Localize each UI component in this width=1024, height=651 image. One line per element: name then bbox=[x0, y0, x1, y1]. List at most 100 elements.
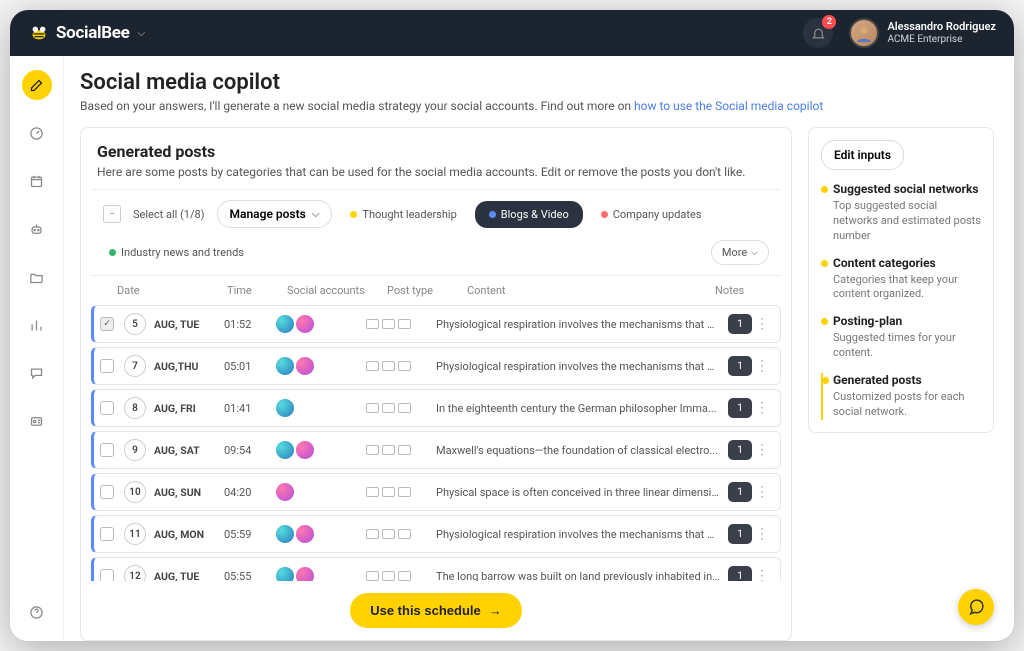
row-accounts bbox=[276, 525, 366, 543]
row-checkbox[interactable] bbox=[100, 569, 114, 581]
row-notes-badge[interactable]: 1 bbox=[728, 440, 752, 460]
row-date: AUG, TUE bbox=[154, 570, 224, 582]
manage-label: Manage posts bbox=[230, 207, 306, 221]
sidebar-item-compose[interactable] bbox=[22, 70, 52, 100]
day-pill: 11 bbox=[124, 523, 146, 545]
row-notes-badge[interactable]: 1 bbox=[728, 566, 752, 581]
table-row[interactable]: 12 AUG, TUE 05:55 The long barrow was bu… bbox=[91, 557, 781, 581]
brand-logo[interactable]: SocialBee ⌵ bbox=[28, 22, 145, 44]
row-date: AUG, TUE bbox=[154, 318, 224, 331]
row-menu-button[interactable]: ⋮ bbox=[752, 442, 772, 458]
sidebar-item-profile[interactable] bbox=[22, 406, 52, 436]
row-time: 01:52 bbox=[224, 318, 276, 331]
row-time: 05:59 bbox=[224, 528, 276, 541]
sidebar-item-calendar[interactable] bbox=[22, 166, 52, 196]
row-posttype bbox=[366, 361, 436, 371]
table-row[interactable]: 10 AUG, SUN 04:20 Physical space is ofte… bbox=[91, 473, 781, 511]
row-notes-badge[interactable]: 1 bbox=[728, 398, 752, 418]
row-checkbox[interactable] bbox=[100, 485, 114, 499]
more-filters-button[interactable]: More bbox=[711, 240, 769, 265]
day-pill: 12 bbox=[124, 565, 146, 581]
row-accounts bbox=[276, 567, 366, 581]
sidebar-item-bot[interactable] bbox=[22, 214, 52, 244]
sidebar-item-files[interactable] bbox=[22, 262, 52, 292]
row-posttype bbox=[366, 529, 436, 539]
row-posttype bbox=[366, 319, 436, 329]
row-notes-badge[interactable]: 1 bbox=[728, 314, 752, 334]
step-item-2[interactable]: Posting-plan Suggested times for your con… bbox=[821, 314, 981, 361]
row-menu-button[interactable]: ⋮ bbox=[752, 568, 772, 581]
col-date: Date bbox=[117, 284, 227, 297]
row-checkbox[interactable] bbox=[100, 359, 114, 373]
id-icon bbox=[29, 414, 44, 429]
edit-inputs-button[interactable]: Edit inputs bbox=[821, 140, 904, 170]
generated-posts-panel: Generated posts Here are some posts by c… bbox=[80, 127, 792, 641]
step-item-0[interactable]: Suggested social networksTop suggested s… bbox=[821, 182, 981, 244]
notifications-button[interactable]: 2 bbox=[803, 18, 833, 48]
chat-fab[interactable] bbox=[958, 589, 994, 625]
filter-chip-0[interactable]: Thought leadership bbox=[344, 204, 462, 225]
filter-chip-1[interactable]: Blogs & Video bbox=[475, 201, 583, 228]
select-all-label[interactable]: Select all (1/8) bbox=[133, 208, 205, 221]
row-checkbox[interactable] bbox=[100, 401, 114, 415]
step-item-1[interactable]: Content categoriesCategories that keep y… bbox=[821, 256, 981, 303]
row-notes-badge[interactable]: 1 bbox=[728, 356, 752, 376]
account-icon bbox=[296, 567, 314, 581]
panel-title: Generated posts bbox=[97, 142, 775, 161]
row-content: Physical space is often conceived in thr… bbox=[436, 486, 728, 499]
collapse-button[interactable]: − bbox=[103, 205, 121, 223]
filter-label: Thought leadership bbox=[362, 208, 456, 221]
filter-chip-2[interactable]: Company updates bbox=[595, 204, 708, 225]
step-desc: Top suggested social networks and estima… bbox=[833, 199, 981, 244]
edit-icon bbox=[29, 78, 44, 93]
row-posttype bbox=[366, 445, 436, 455]
row-checkbox[interactable] bbox=[100, 443, 114, 457]
step-title: Posting-plan bbox=[833, 314, 981, 328]
row-date: AUG, MON bbox=[154, 528, 224, 541]
dot-icon bbox=[489, 211, 496, 218]
app-header: SocialBee ⌵ 2 Alessandro Rodriguez ACME … bbox=[10, 10, 1014, 56]
day-pill: 7 bbox=[124, 355, 146, 377]
account-icon bbox=[296, 525, 314, 543]
row-menu-button[interactable]: ⋮ bbox=[752, 400, 772, 416]
row-menu-button[interactable]: ⋮ bbox=[752, 358, 772, 374]
user-org: ACME Enterprise bbox=[887, 34, 996, 46]
step-item-3[interactable]: Generated postsCustomized posts for each… bbox=[821, 373, 981, 420]
user-name: Alessandro Rodriguez bbox=[887, 20, 996, 33]
filter-chip-3[interactable]: Industry news and trends bbox=[103, 242, 250, 263]
sidebar-item-help[interactable] bbox=[22, 597, 52, 627]
manage-posts-button[interactable]: Manage posts bbox=[217, 200, 333, 228]
row-checkbox[interactable]: ✓ bbox=[100, 317, 114, 331]
table-row[interactable]: ✓ 5 AUG, TUE 01:52 Physiological respira… bbox=[91, 305, 781, 343]
account-icon bbox=[276, 525, 294, 543]
account-icon bbox=[276, 357, 294, 375]
filter-label: Company updates bbox=[613, 208, 702, 221]
sidebar-item-dashboard[interactable] bbox=[22, 118, 52, 148]
row-menu-button[interactable]: ⋮ bbox=[752, 316, 772, 332]
row-checkbox[interactable] bbox=[100, 527, 114, 541]
step-desc: Categories that keep your content organi… bbox=[833, 273, 981, 303]
row-content: Maxwell's equations—the foundation of cl… bbox=[436, 444, 728, 457]
avatar bbox=[849, 18, 879, 48]
page-title: Social media copilot bbox=[80, 70, 994, 95]
row-notes-badge[interactable]: 1 bbox=[728, 524, 752, 544]
row-posttype bbox=[366, 487, 436, 497]
table-row[interactable]: 11 AUG, MON 05:59 Physiological respirat… bbox=[91, 515, 781, 553]
table-row[interactable]: 8 AUG, FRI 01:41 In the eighteenth centu… bbox=[91, 389, 781, 427]
user-menu[interactable]: Alessandro Rodriguez ACME Enterprise bbox=[849, 18, 996, 48]
row-date: AUG, FRI bbox=[154, 402, 224, 415]
sidebar-item-inbox[interactable] bbox=[22, 358, 52, 388]
row-content: Physiological respiration involves the m… bbox=[436, 528, 728, 541]
filter-label: Industry news and trends bbox=[121, 246, 244, 259]
sidebar-item-analytics[interactable] bbox=[22, 310, 52, 340]
row-menu-button[interactable]: ⋮ bbox=[752, 484, 772, 500]
use-schedule-button[interactable]: Use this schedule → bbox=[350, 593, 522, 628]
row-menu-button[interactable]: ⋮ bbox=[752, 526, 772, 542]
table-row[interactable]: 7 AUG,THU 05:01 Physiological respiratio… bbox=[91, 347, 781, 385]
step-desc: Suggested times for your content. bbox=[833, 331, 981, 361]
table-row[interactable]: 9 AUG, SAT 09:54 Maxwell's equations—the… bbox=[91, 431, 781, 469]
panel-desc: Here are some posts by categories that c… bbox=[97, 165, 775, 179]
row-notes-badge[interactable]: 1 bbox=[728, 482, 752, 502]
row-time: 05:55 bbox=[224, 570, 276, 582]
help-link[interactable]: how to use the Social media copilot bbox=[634, 99, 823, 113]
